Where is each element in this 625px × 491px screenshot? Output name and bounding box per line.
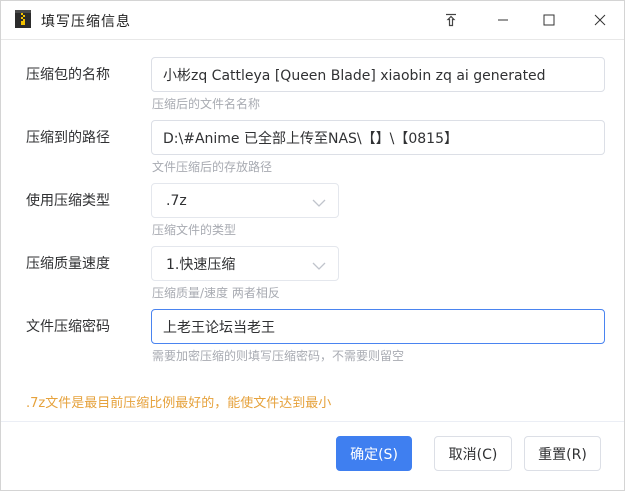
compress-speed-value: 1.快速压缩 bbox=[166, 256, 236, 273]
archive-name-hint: 压缩后的文件名名称 bbox=[152, 97, 261, 111]
chevron-down-icon bbox=[312, 196, 326, 212]
compress-speed-label: 压缩质量速度 bbox=[26, 256, 110, 272]
chevron-down-icon bbox=[312, 259, 326, 275]
password-hint: 需要加密压缩的则填写压缩密码，不需要则留空 bbox=[152, 349, 405, 363]
compression-note: .7z文件是最目前压缩比例最好的，能使文件达到最小 bbox=[26, 396, 332, 411]
compress-speed-hint: 压缩质量/速度 两者相反 bbox=[152, 286, 280, 300]
minimize-icon[interactable] bbox=[480, 1, 526, 39]
footer-divider bbox=[1, 421, 624, 422]
compress-type-label: 使用压缩类型 bbox=[26, 193, 110, 209]
maximize-icon[interactable] bbox=[526, 1, 572, 39]
password-input[interactable]: 上老王论坛当老王 bbox=[151, 309, 605, 344]
compress-dialog: 填写压缩信息 压缩包的名称 小彬zq Cattleya [Queen Blade… bbox=[0, 0, 625, 491]
compress-type-select[interactable]: .7z bbox=[151, 183, 339, 218]
title-bar[interactable]: 填写压缩信息 bbox=[1, 1, 624, 39]
target-path-hint: 文件压缩后的存放路径 bbox=[152, 160, 273, 174]
cancel-button[interactable]: 取消(C) bbox=[434, 436, 512, 471]
password-label: 文件压缩密码 bbox=[26, 319, 110, 335]
password-value: 上老王论坛当老王 bbox=[163, 319, 275, 336]
target-path-value: D:\#Anime 已全部上传至NAS\【】\【0815】 bbox=[163, 130, 458, 147]
cancel-button-label: 取消(C) bbox=[448, 446, 498, 463]
target-path-label: 压缩到的路径 bbox=[26, 130, 110, 146]
pin-icon[interactable] bbox=[428, 1, 474, 39]
archive-name-value: 小彬zq Cattleya [Queen Blade] xiaobin zq a… bbox=[163, 67, 546, 84]
close-icon[interactable] bbox=[577, 1, 623, 39]
compress-type-value: .7z bbox=[166, 192, 187, 209]
archive-name-label: 压缩包的名称 bbox=[26, 67, 110, 83]
compress-speed-select[interactable]: 1.快速压缩 bbox=[151, 246, 339, 281]
target-path-input[interactable]: D:\#Anime 已全部上传至NAS\【】\【0815】 bbox=[151, 120, 605, 155]
archive-name-input[interactable]: 小彬zq Cattleya [Queen Blade] xiaobin zq a… bbox=[151, 57, 605, 92]
confirm-button[interactable]: 确定(S) bbox=[336, 436, 412, 471]
compress-type-hint: 压缩文件的类型 bbox=[152, 223, 237, 237]
reset-button[interactable]: 重置(R) bbox=[524, 436, 601, 471]
reset-button-label: 重置(R) bbox=[538, 446, 587, 463]
title-divider bbox=[1, 39, 624, 40]
confirm-button-label: 确定(S) bbox=[350, 446, 398, 463]
window-title: 填写压缩信息 bbox=[41, 14, 131, 30]
archive-app-icon bbox=[14, 9, 32, 29]
